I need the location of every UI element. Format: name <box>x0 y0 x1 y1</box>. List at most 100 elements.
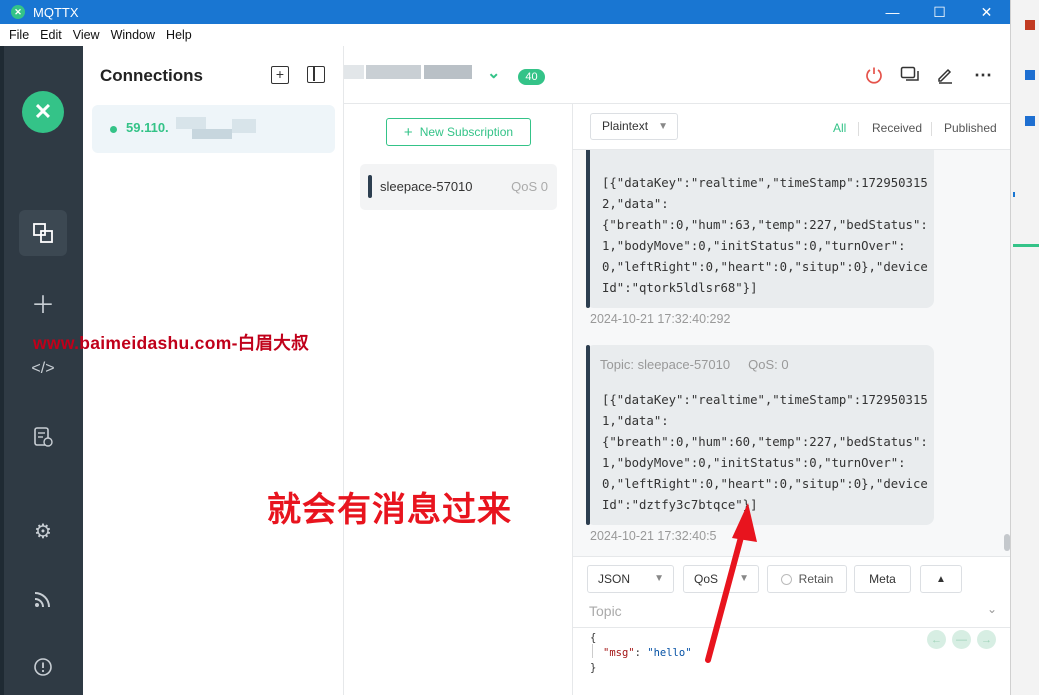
chevron-down-icon: ▼ <box>739 573 749 584</box>
chevron-down-icon: ▼ <box>658 121 668 132</box>
indent-guide <box>592 644 593 658</box>
edit-icon[interactable] <box>934 64 956 86</box>
mqttx-window: ✕ MQTTX — ☐ ✕ File Edit View Window Help… <box>0 0 1039 695</box>
payload-value: "hello" <box>647 647 692 659</box>
messages-panel: [{"dataKey":"realtime","timeStamp":17295… <box>573 104 1010 556</box>
menu-bar: File Edit View Window Help <box>0 24 1010 46</box>
about-info-icon[interactable] <box>19 644 67 690</box>
menu-help[interactable]: Help <box>166 28 192 42</box>
subscription-qos: QoS 0 <box>511 179 548 194</box>
subscription-item[interactable]: sleepace-57010 QoS 0 <box>360 164 557 210</box>
new-folder-icon[interactable]: + <box>271 66 289 84</box>
tab-published[interactable]: Published <box>944 121 997 135</box>
publish-topic-input[interactable]: Topic <box>589 603 622 619</box>
title-bar: ✕ MQTTX — ☐ ✕ <box>0 0 1010 24</box>
log-icon[interactable] <box>19 414 67 460</box>
desktop-divider <box>1013 192 1015 197</box>
redacted-block <box>192 129 232 139</box>
tab-received[interactable]: Received <box>872 121 922 135</box>
nav-sidebar: ✕ ＋ </> ⚙ <box>0 46 83 695</box>
watermark-text: www.baimeidashu.com-白眉大叔 <box>33 333 309 353</box>
history-forward-icon[interactable]: → <box>977 630 996 649</box>
message-payload: [{"dataKey":"realtime","timeStamp":17295… <box>602 176 928 295</box>
desktop-background <box>1010 0 1039 695</box>
history-back-icon[interactable]: ← <box>927 630 946 649</box>
connection-status-dot <box>110 126 117 133</box>
payload-format-select[interactable]: Plaintext ▼ <box>590 113 678 140</box>
collapse-chevron-icon[interactable]: ⌄ <box>487 63 500 83</box>
editor-line: "msg": "hello" <box>603 647 692 659</box>
tab-divider <box>858 122 859 136</box>
meta-button[interactable]: Meta <box>854 565 911 593</box>
chevron-down-icon: ▼ <box>654 573 664 584</box>
tab-divider <box>931 122 932 136</box>
minimize-button[interactable]: — <box>869 0 916 24</box>
message-color-bar <box>586 345 590 525</box>
mqttx-logo-icon: ✕ <box>22 91 64 133</box>
settings-gear-icon[interactable]: ⚙ <box>19 508 67 554</box>
message-timestamp: 2024-10-21 17:32:40:5 <box>590 529 717 543</box>
subscription-topic: sleepace-57010 <box>380 179 473 194</box>
toggle-layout-icon[interactable] <box>307 66 325 83</box>
tab-all[interactable]: All <box>833 121 846 135</box>
subscription-color-bar <box>368 175 372 198</box>
editor-line: } <box>590 662 597 674</box>
subscriptions-panel: + New Subscription sleepace-57010 QoS 0 <box>344 104 573 695</box>
window-title: MQTTX <box>33 4 79 20</box>
messages-scrollbar[interactable] <box>1004 534 1010 551</box>
menu-view[interactable]: View <box>73 28 100 42</box>
connections-title: Connections <box>100 66 203 85</box>
plus-icon: + <box>403 123 413 141</box>
message-card: Topic: sleepace-57010 QoS: 0 [{"dataKey"… <box>586 345 934 525</box>
expand-up-icon[interactable]: ▲ <box>920 565 962 593</box>
editor-line: { <box>590 632 597 644</box>
message-payload: [{"dataKey":"realtime","timeStamp":17295… <box>602 393 928 512</box>
publish-qos-value: QoS <box>694 572 719 586</box>
clear-history-icon[interactable]: — <box>952 630 971 649</box>
new-subscription-button[interactable]: + New Subscription <box>386 118 531 146</box>
redacted-block <box>366 65 421 79</box>
window-controls: — ☐ ✕ <box>869 0 1010 24</box>
new-subscription-label: New Subscription <box>419 125 514 139</box>
desktop-app-icon <box>1025 70 1035 80</box>
annotation-text: 就会有消息过来 <box>267 491 512 529</box>
connections-icon[interactable] <box>19 210 67 256</box>
desktop-app-icon <box>1025 20 1035 30</box>
chevron-down-icon[interactable]: ⌄ <box>987 602 997 616</box>
menu-file[interactable]: File <box>9 28 29 42</box>
more-options-icon[interactable]: ⋯ <box>972 64 994 86</box>
message-timestamp: 2024-10-21 17:32:40:292 <box>590 312 731 326</box>
publish-format-value: JSON <box>598 572 631 586</box>
sidebar-edge <box>0 46 4 695</box>
retain-label: Retain <box>798 572 834 586</box>
publish-qos-select[interactable]: QoS ▼ <box>683 565 759 593</box>
maximize-button[interactable]: ☐ <box>916 0 963 24</box>
close-button[interactable]: ✕ <box>963 0 1010 24</box>
desktop-app-icon <box>1025 116 1035 126</box>
message-count-badge: 40 <box>518 69 545 85</box>
connections-panel: Connections + 59.110. <box>83 46 344 695</box>
desktop-divider <box>1013 244 1039 247</box>
menu-window[interactable]: Window <box>111 28 155 42</box>
retain-radio-icon <box>780 573 792 585</box>
new-connection-icon[interactable]: ＋ <box>19 279 67 325</box>
connection-name: 59.110. <box>126 120 169 135</box>
feed-icon[interactable] <box>19 576 67 622</box>
payload-format-value: Plaintext <box>602 119 649 133</box>
publish-format-select[interactable]: JSON ▼ <box>587 565 674 593</box>
payload-key: "msg" <box>603 647 635 659</box>
retain-toggle[interactable]: Retain <box>767 565 847 593</box>
connection-item[interactable]: 59.110. <box>92 105 335 153</box>
redacted-block <box>344 65 364 79</box>
messages-toolbar: Plaintext ▼ All Received Published <box>573 104 1010 150</box>
redacted-block <box>424 65 472 79</box>
publish-panel: JSON ▼ QoS ▼ Retain Meta ▲ Topic ⌄ { "ms… <box>573 556 1010 695</box>
message-meta: Topic: sleepace-57010 QoS: 0 <box>600 357 789 372</box>
menu-edit[interactable]: Edit <box>40 28 62 42</box>
connection-header: ⌄ 40 ⋯ <box>344 46 1010 104</box>
redacted-block <box>232 119 256 133</box>
disconnect-power-icon[interactable] <box>863 64 885 86</box>
chat-icon[interactable] <box>899 64 921 86</box>
app-logo-icon: ✕ <box>11 5 25 19</box>
redacted-block <box>176 117 206 129</box>
